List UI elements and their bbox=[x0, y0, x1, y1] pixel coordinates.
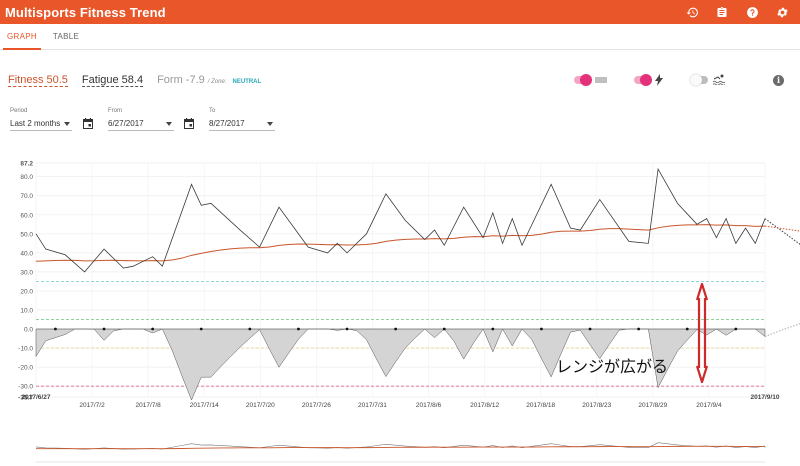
tab-bar: GRAPH TABLE bbox=[0, 24, 800, 50]
activity-dot bbox=[248, 327, 252, 331]
toggle-swim[interactable] bbox=[690, 74, 708, 86]
clipboard-icon[interactable] bbox=[714, 4, 730, 20]
from-label: From bbox=[108, 108, 122, 114]
fatigue-line bbox=[35, 167, 766, 273]
activity-dot bbox=[685, 327, 689, 331]
activity-dot bbox=[54, 327, 57, 331]
from-value: 6/27/2017 bbox=[108, 119, 144, 128]
header-actions bbox=[670, 0, 800, 24]
tab-graph[interactable]: GRAPH bbox=[3, 24, 41, 50]
annotation-text: レンジが広がる bbox=[556, 358, 668, 376]
tab-table[interactable]: TABLE bbox=[48, 24, 84, 50]
y-tick-label: -10.0 bbox=[18, 346, 33, 353]
to-value: 8/27/2017 bbox=[209, 119, 245, 128]
period-select[interactable]: Last 2 months bbox=[10, 117, 72, 131]
x-tick-label: 2017/7/14 bbox=[190, 402, 219, 409]
activity-dot bbox=[102, 327, 106, 331]
x-tick-label: 2017/7/20 bbox=[246, 402, 275, 409]
y-tick-label: 87.2 bbox=[20, 161, 33, 168]
fitness-value[interactable]: Fitness 50.5 bbox=[8, 74, 68, 87]
period-value: Last 2 months bbox=[10, 119, 61, 128]
y-tick-label: 60.0 bbox=[20, 212, 33, 219]
form-projection bbox=[764, 323, 800, 337]
info-icon[interactable]: i bbox=[773, 75, 784, 86]
navigator-fitness bbox=[35, 445, 766, 450]
history-icon[interactable] bbox=[684, 4, 700, 20]
y-tick-label: -30.0 bbox=[18, 384, 33, 391]
activity-dot bbox=[637, 327, 641, 331]
y-tick-label: 30.0 bbox=[20, 269, 33, 276]
to-date-field[interactable]: 8/27/2017 bbox=[209, 117, 275, 131]
activity-dot bbox=[394, 327, 398, 331]
x-tick-label: 2017/7/8 bbox=[135, 402, 161, 409]
app-title: Multisports Fitness Trend bbox=[5, 4, 166, 20]
activity-dot bbox=[734, 327, 738, 331]
toggle-knob bbox=[640, 74, 652, 86]
toggle-lightning[interactable] bbox=[634, 74, 652, 86]
y-tick-label: 70.0 bbox=[20, 193, 33, 200]
fatigue-value[interactable]: Fatigue 58.4 bbox=[81, 74, 144, 87]
x-tick-label: 2017/8/23 bbox=[582, 402, 611, 409]
range-navigator[interactable] bbox=[0, 436, 800, 464]
x-tick-label: 2017/7/31 bbox=[358, 402, 387, 409]
x-tick-label: 2017/7/2 bbox=[79, 402, 105, 409]
app-header: Multisports Fitness Trend bbox=[0, 0, 800, 24]
settings-icon[interactable] bbox=[774, 4, 790, 20]
toggle-lines[interactable] bbox=[574, 74, 592, 86]
toggle-knob bbox=[690, 74, 702, 86]
calendar-icon[interactable] bbox=[83, 118, 93, 129]
zone-value: NEUTRAL bbox=[232, 79, 262, 85]
activity-dot bbox=[151, 327, 155, 331]
zone-prefix: / Zone: bbox=[207, 79, 227, 85]
x-tick-label: 2017/8/18 bbox=[526, 402, 555, 409]
fitness-line bbox=[35, 224, 766, 262]
activity-dot bbox=[588, 327, 592, 331]
period-label: Period bbox=[10, 108, 28, 114]
to-label: To bbox=[209, 108, 216, 114]
y-tick-label: 80.0 bbox=[20, 174, 33, 181]
x-tick-label: 2017/9/4 bbox=[696, 402, 722, 409]
form-label: Form -7.9 bbox=[157, 74, 205, 86]
calendar-icon[interactable] bbox=[184, 118, 194, 129]
activity-dot bbox=[345, 327, 349, 331]
activity-dot bbox=[442, 327, 446, 331]
chevron-down-icon bbox=[64, 122, 70, 126]
y-tick-label: 0.0 bbox=[24, 327, 33, 334]
x-tick-label: 2017/8/12 bbox=[470, 402, 499, 409]
swim-icon bbox=[713, 74, 725, 85]
x-tick-label: 2017/8/29 bbox=[638, 402, 667, 409]
activity-dot bbox=[297, 327, 300, 331]
x-tick-label: 2017/9/10 bbox=[751, 394, 780, 401]
fitness-trend-chart: 87.2 80.0 70.0 60.0 50.0 40.0 30.0 20.0 10.0 0.0 -… bbox=[18, 161, 800, 409]
chevron-down-icon bbox=[267, 122, 273, 126]
help-icon[interactable] bbox=[744, 4, 760, 20]
y-tick-label: -20.0 bbox=[18, 365, 33, 372]
y-tick-label: 10.0 bbox=[20, 307, 33, 314]
x-tick-label: 2017/8/6 bbox=[416, 402, 442, 409]
lines-icon bbox=[595, 77, 607, 83]
activity-dot bbox=[491, 327, 495, 331]
y-tick-label: 20.0 bbox=[20, 288, 33, 295]
x-tick-label: 2017/7/26 bbox=[302, 402, 331, 409]
lightning-icon bbox=[655, 74, 663, 86]
chevron-down-icon bbox=[166, 122, 172, 126]
x-tick-label: 2017/6/27 bbox=[22, 394, 51, 401]
from-date-field[interactable]: 6/27/2017 bbox=[108, 117, 174, 131]
activity-dot bbox=[199, 327, 203, 331]
y-tick-label: 40.0 bbox=[20, 250, 33, 257]
activity-dot bbox=[540, 327, 543, 331]
y-tick-label: 50.0 bbox=[20, 231, 33, 238]
metrics-summary: Fitness 50.5 Fatigue 58.4 Form -7.9/ Zon… bbox=[8, 74, 275, 90]
form-value: Form -7.9/ Zone: NEUTRAL bbox=[157, 74, 261, 86]
toggle-knob bbox=[580, 74, 592, 86]
fatigue-projection bbox=[764, 218, 800, 245]
